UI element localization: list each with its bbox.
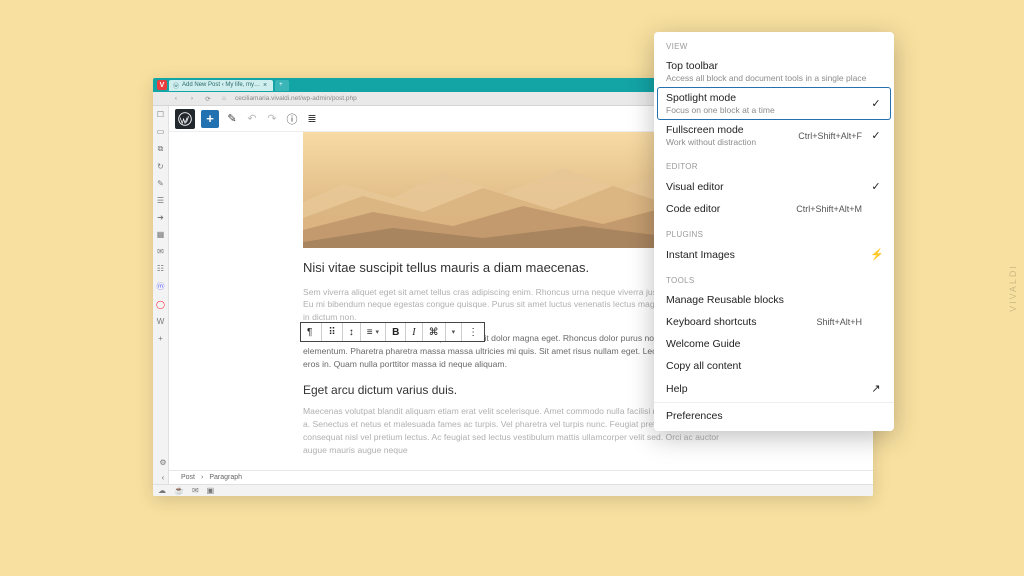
- block-breadcrumb: Post › Paragraph: [169, 470, 873, 484]
- bookmarks-icon[interactable]: ☐: [157, 110, 164, 119]
- translate-icon[interactable]: ➜: [157, 213, 164, 222]
- menu-preferences[interactable]: Preferences: [654, 405, 894, 427]
- vivaldi-status-bar: ☁ ☕ ✉ ▣: [153, 484, 873, 496]
- check-icon: ✓: [870, 180, 882, 193]
- menu-keyboard-shortcuts[interactable]: Keyboard shortcuts Shift+Alt+H: [654, 311, 894, 333]
- bold-button[interactable]: B: [386, 323, 406, 341]
- section-editor: Editor: [654, 152, 894, 175]
- opera-icon[interactable]: ◯: [156, 300, 165, 309]
- vivaldi-settings-stack: ⚙ ‹: [155, 458, 171, 482]
- mastodon-icon[interactable]: ⓜ: [157, 281, 165, 292]
- feeds-icon[interactable]: ☷: [157, 264, 164, 273]
- section-plugins: Plugins: [654, 220, 894, 243]
- breadcrumb-current[interactable]: Paragraph: [209, 474, 242, 481]
- arrows-icon[interactable]: ↕: [343, 323, 361, 341]
- menu-top-toolbar[interactable]: Top toolbar Access all block and documen…: [654, 55, 894, 88]
- section-view: View: [654, 32, 894, 55]
- menu-fullscreen-mode[interactable]: Fullscreen mode Work without distraction…: [654, 119, 894, 152]
- menu-help[interactable]: Help ↗: [654, 377, 894, 400]
- bolt-icon: ⚡: [870, 248, 882, 261]
- menu-instant-images[interactable]: Instant Images ⚡: [654, 243, 894, 266]
- mail-icon[interactable]: ✉: [157, 247, 164, 256]
- check-icon: ✓: [870, 97, 882, 110]
- menu-manage-reusable[interactable]: Manage Reusable blocks: [654, 289, 894, 311]
- nav-back-icon[interactable]: ‹: [171, 95, 181, 102]
- block-type-button[interactable]: ¶: [301, 323, 322, 341]
- sync-icon[interactable]: ☁: [158, 486, 166, 495]
- block-toolbar: ¶ ⠿ ↕ ≡ ▾ B I ⌘ ▾ ⋮: [300, 322, 485, 342]
- move-handle-icon[interactable]: ⠿: [322, 323, 342, 341]
- home-icon[interactable]: ⌂: [219, 95, 229, 102]
- watermark: VIVALDI: [1008, 264, 1018, 312]
- undo-icon[interactable]: ↶: [245, 112, 259, 125]
- check-icon: ✓: [870, 129, 882, 142]
- more-rich-text-button[interactable]: ▾: [446, 323, 463, 341]
- wikipedia-icon[interactable]: W: [157, 317, 165, 326]
- vivaldi-side-panel: ☐ ▭ ⧉ ↻ ✎ ☰ ➜ ▦ ✉ ☷ ⓜ ◯ W +: [153, 106, 169, 484]
- external-link-icon: ↗: [870, 382, 882, 395]
- options-menu: View Top toolbar Access all block and do…: [654, 32, 894, 431]
- link-button[interactable]: ⌘: [423, 323, 446, 341]
- breadcrumb-root[interactable]: Post: [181, 474, 195, 481]
- calendar-icon[interactable]: ▦: [157, 230, 165, 239]
- reading-list-icon[interactable]: ▭: [157, 127, 165, 136]
- history-icon[interactable]: ↻: [157, 162, 164, 171]
- menu-copy-all[interactable]: Copy all content: [654, 355, 894, 377]
- menu-welcome-guide[interactable]: Welcome Guide: [654, 333, 894, 355]
- vivaldi-logo-icon: V: [157, 80, 167, 90]
- url-text[interactable]: ceciliamaria.vivaldi.net/wp-admin/post.p…: [235, 95, 357, 102]
- collapse-icon[interactable]: ‹: [162, 473, 165, 482]
- nav-forward-icon[interactable]: ›: [187, 95, 197, 102]
- settings-icon[interactable]: ⚙: [159, 458, 166, 467]
- mail-status-icon[interactable]: ✉: [192, 486, 199, 495]
- downloads-icon[interactable]: ⧉: [158, 144, 164, 154]
- add-block-button[interactable]: +: [201, 110, 219, 128]
- menu-visual-editor[interactable]: Visual editor ✓: [654, 175, 894, 198]
- close-icon[interactable]: ×: [263, 82, 267, 89]
- reload-icon[interactable]: ⟳: [203, 95, 213, 103]
- wordpress-favicon-icon: ⓦ: [173, 81, 179, 90]
- list-view-icon[interactable]: ≣: [305, 112, 319, 125]
- chevron-right-icon: ›: [201, 474, 203, 481]
- options-button[interactable]: ⋮: [462, 323, 484, 341]
- menu-code-editor[interactable]: Code editor Ctrl+Shift+Alt+M: [654, 198, 894, 220]
- window-icon[interactable]: ☰: [157, 196, 164, 205]
- tab-title: Add New Post ‹ My life, my…: [182, 82, 260, 88]
- new-tab-button[interactable]: +: [275, 80, 289, 91]
- wordpress-logo-icon[interactable]: [175, 109, 195, 129]
- chevron-down-icon: ▾: [452, 328, 456, 336]
- menu-spotlight-mode[interactable]: Spotlight mode Focus on one block at a t…: [658, 88, 890, 119]
- browser-tab[interactable]: ⓦ Add New Post ‹ My life, my… ×: [169, 80, 273, 91]
- add-panel-icon[interactable]: +: [158, 334, 163, 343]
- redo-icon[interactable]: ↷: [265, 112, 279, 125]
- italic-button[interactable]: I: [406, 323, 422, 341]
- break-icon[interactable]: ☕: [174, 486, 184, 495]
- edit-mode-icon[interactable]: ✎: [225, 112, 239, 125]
- capture-icon[interactable]: ▣: [207, 486, 215, 495]
- chevron-down-icon: ▾: [376, 328, 380, 336]
- notes-icon[interactable]: ✎: [157, 179, 164, 188]
- align-button[interactable]: ≡ ▾: [361, 323, 386, 341]
- details-icon[interactable]: ⓘ: [285, 111, 299, 127]
- section-tools: Tools: [654, 266, 894, 289]
